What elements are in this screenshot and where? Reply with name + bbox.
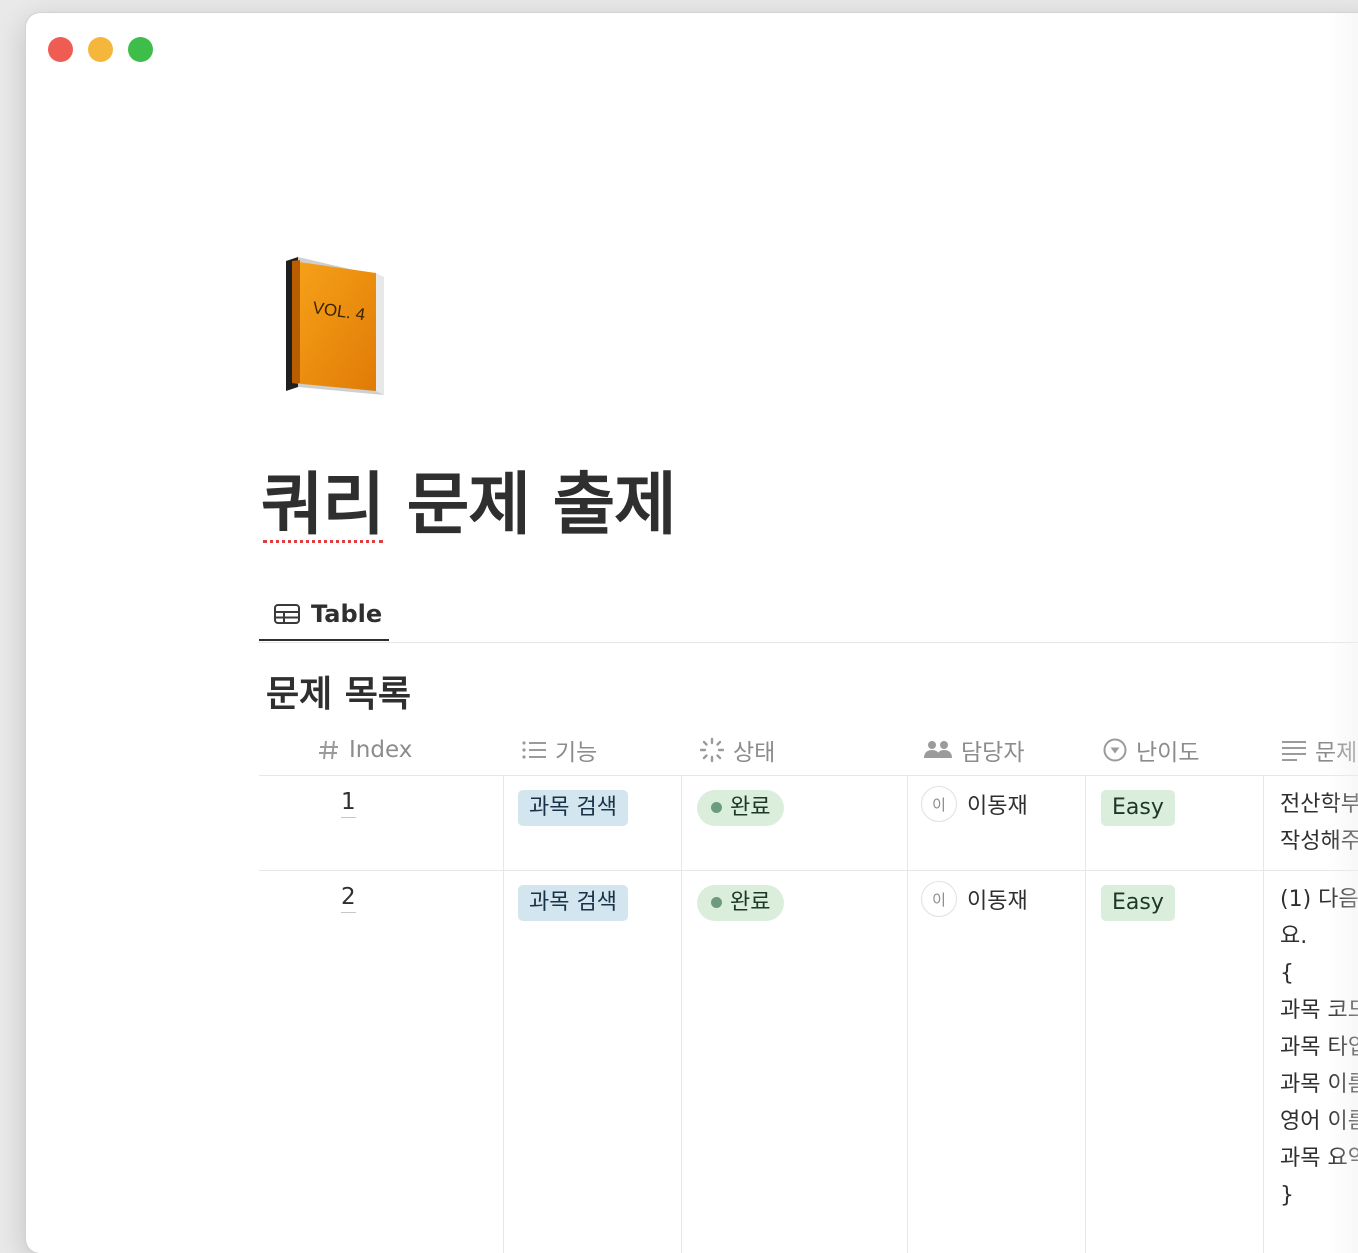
problem-line: } <box>1280 1183 1294 1208</box>
text-lines-icon <box>1282 741 1306 761</box>
window-controls <box>48 37 153 62</box>
column-label: 문제 <box>1315 740 1358 766</box>
page-title[interactable]: 쿼리 문제 출제 <box>261 465 677 547</box>
column-header-problem[interactable]: 문제 <box>1281 725 1357 775</box>
hash-icon <box>319 740 338 760</box>
column-label: 기능 <box>555 740 598 766</box>
tab-table[interactable]: Table <box>259 588 389 641</box>
problem-line: 작성해주세 <box>1280 829 1358 854</box>
feature-tag[interactable]: 과목 검색 <box>518 790 628 826</box>
avatar: 이 <box>921 786 957 822</box>
maximize-window-button[interactable] <box>128 37 153 62</box>
spellcheck-underline <box>263 537 383 543</box>
assignee-name: 이동재 <box>967 794 1028 819</box>
column-header-assignee[interactable]: 담당자 <box>923 725 1024 775</box>
column-header-difficulty[interactable]: 난이도 <box>1102 725 1199 775</box>
difficulty-tag[interactable]: Easy <box>1101 790 1175 826</box>
table-header: Index 기능 상태 담당자 난이도 문제 <box>259 725 1358 776</box>
avatar: 이 <box>921 881 957 917</box>
list-icon <box>522 741 546 759</box>
assignee[interactable]: 이 이동재 <box>921 786 1028 822</box>
problem-line: 과목 요약: <box>1280 1146 1358 1171</box>
close-window-button[interactable] <box>48 37 73 62</box>
problem-text[interactable]: 전산학부 2 작성해주세 <box>1280 786 1358 860</box>
table-row[interactable]: 2 과목 검색 완료 이 이동재 Easy (1) 다음 요. {과목 코드 … <box>259 871 1358 1253</box>
minimize-window-button[interactable] <box>88 37 113 62</box>
database-table: Index 기능 상태 담당자 난이도 문제 1 과목 검색 완료 이 이동재 … <box>259 725 1358 1253</box>
problem-line: 과목 이름: <box>1280 1072 1358 1097</box>
status-label: 완료 <box>730 795 771 820</box>
status-dot-icon <box>711 802 722 814</box>
difficulty-tag[interactable]: Easy <box>1101 885 1175 921</box>
index-value[interactable]: 2 <box>341 884 356 913</box>
status-badge[interactable]: 완료 <box>697 790 785 826</box>
column-header-feature[interactable]: 기능 <box>521 725 597 775</box>
status-dot-icon <box>711 897 722 909</box>
problem-line: 요. <box>1280 924 1308 949</box>
problem-line: 과목 타입: <box>1280 1035 1358 1060</box>
people-icon <box>924 741 952 758</box>
status-spinner-icon <box>699 737 725 763</box>
index-value[interactable]: 1 <box>341 789 356 818</box>
column-label: 상태 <box>733 740 776 766</box>
table-row[interactable]: 1 과목 검색 완료 이 이동재 Easy 전산학부 2 <box>259 776 1358 871</box>
status-badge[interactable]: 완료 <box>697 885 785 921</box>
tab-label: Table <box>311 599 383 628</box>
problem-line: 과목 코드: <box>1280 998 1358 1023</box>
problem-line: (1) 다음 조 <box>1280 887 1358 912</box>
database-title[interactable]: 문제 목록 <box>266 665 411 717</box>
table-icon <box>274 603 300 624</box>
column-label: Index <box>349 737 413 763</box>
problem-line: { <box>1280 961 1294 986</box>
column-header-status[interactable]: 상태 <box>699 725 775 775</box>
problem-line: 전산학부 2 <box>1280 792 1358 817</box>
select-icon <box>1103 738 1127 762</box>
assignee-name: 이동재 <box>967 889 1028 914</box>
problem-line: 영어 이름: <box>1280 1109 1358 1134</box>
assignee[interactable]: 이 이동재 <box>921 881 1028 917</box>
app-window: VOL. 4 쿼리 문제 출제 Table 문제 목록 Index 기능 상태 … <box>26 13 1358 1253</box>
view-tabs: Table <box>259 588 1358 643</box>
column-label: 담당자 <box>961 740 1025 766</box>
feature-tag[interactable]: 과목 검색 <box>518 885 628 921</box>
problem-text[interactable]: (1) 다음 조 요. { 과목 코드: 과목 타입: 과목 이름: 영어 이름… <box>1280 881 1358 1214</box>
column-label: 난이도 <box>1136 740 1200 766</box>
book-icon[interactable]: VOL. 4 <box>276 255 391 395</box>
status-label: 완료 <box>730 890 771 915</box>
column-header-index[interactable]: Index <box>317 725 412 775</box>
